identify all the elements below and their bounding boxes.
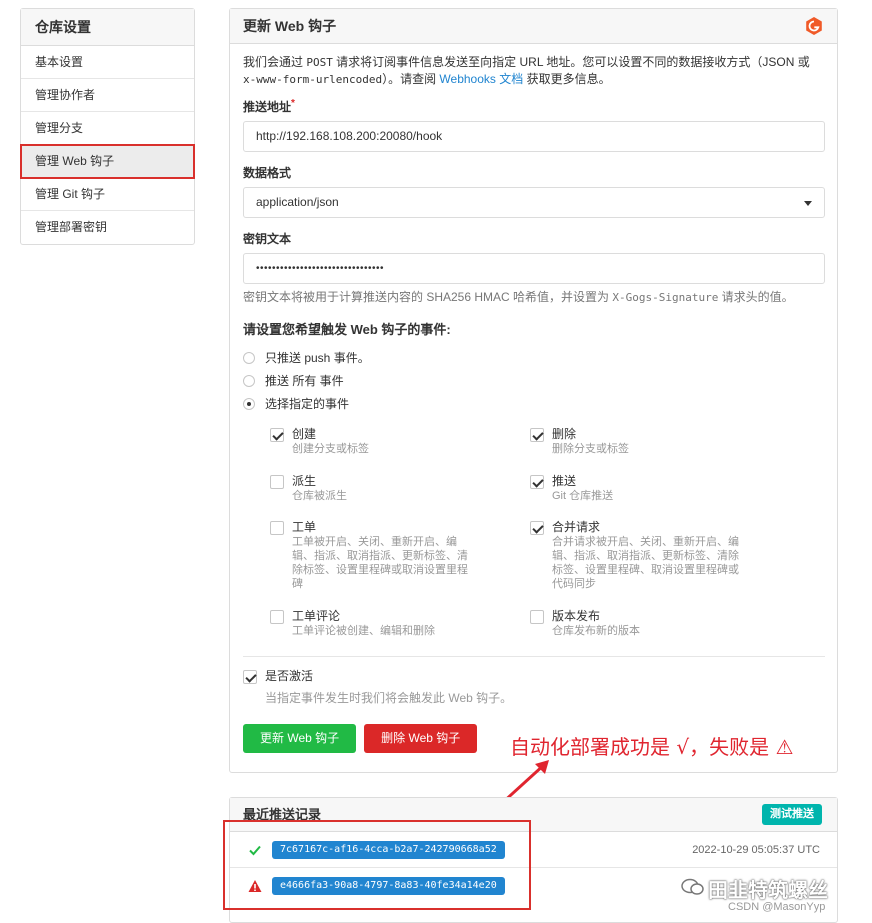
radio-choose-events[interactable]: 选择指定的事件 [243,396,824,411]
payload-url-label: 推送地址* [243,98,295,114]
active-label: 是否激活 [265,669,314,683]
event-create[interactable]: 创建 创建分支或标签 [270,427,490,456]
active-toggle[interactable]: 是否激活 [243,669,824,685]
event-push[interactable]: 推送 Git 仓库推送 [530,474,750,503]
delete-webhook-button[interactable]: 删除 Web 钩子 [364,724,478,753]
secret-help-text: 密钥文本将被用于计算推送内容的 SHA256 HMAC 哈希值，并设置为 X-G… [243,290,794,304]
webhooks-docs-link[interactable]: Webhooks 文档 [439,72,523,86]
event-release[interactable]: 版本发布 仓库发布新的版本 [530,609,750,638]
dropdown-arrow-icon [804,201,812,206]
content-type-select[interactable]: application/json [243,187,825,218]
radio-all-events[interactable]: 推送 所有 事件 [243,373,824,388]
payload-url-input[interactable]: http://192.168.108.200:20080/hook [243,121,825,152]
watermark-text: 田韭特筑螺丝 [708,880,828,902]
event-delete[interactable]: 删除 删除分支或标签 [530,427,750,456]
radio-push-only[interactable]: 只推送 push 事件。 [243,350,824,365]
event-release-checkbox[interactable] [530,610,544,624]
event-issues-checkbox[interactable] [270,521,284,535]
radio-push-only-indicator[interactable] [243,351,255,364]
event-create-checkbox[interactable] [270,428,284,442]
csdn-credit: CSDN @MasonYyp [728,901,826,913]
highlight-box [223,820,531,910]
sidebar-item-collaborators[interactable]: 管理协作者 [21,79,194,112]
content-type-label: 数据格式 [243,166,292,180]
panel-title: 更新 Web 钩子 [243,18,337,34]
sidebar-item-basic-settings[interactable]: 基本设置 [21,46,194,79]
events-title: 请设置您希望触发 Web 钩子的事件: [243,322,451,337]
active-description: 当指定事件发生时我们将会触发此 Web 钩子。 [265,691,513,705]
settings-sidebar: 仓库设置 基本设置 管理协作者 管理分支 管理 Web 钩子 管理 Git 钩子… [20,8,195,245]
annotation-text: 自动化部署成功是 √，失败是 ⚠ [510,735,794,759]
event-push-checkbox[interactable] [530,475,544,489]
active-checkbox[interactable] [243,670,257,684]
secret-input[interactable]: •••••••••••••••••••••••••••••••• [243,253,825,284]
sidebar-item-branches[interactable]: 管理分支 [21,112,194,145]
radio-all-events-indicator[interactable] [243,374,255,387]
event-issue-comment[interactable]: 工单评论 工单评论被创建、编辑和删除 [270,609,490,638]
secret-label: 密钥文本 [243,232,292,246]
gogs-logo-icon [806,17,822,35]
event-fork[interactable]: 派生 仓库被派生 [270,474,490,503]
sidebar-title: 仓库设置 [21,9,194,46]
event-issue-comment-checkbox[interactable] [270,610,284,624]
event-pull-request[interactable]: 合并请求 合并请求被开启、关闭、重新开启、编辑、指派、取消指派、更新标签、清除标… [530,520,740,591]
intro-text: 我们会通过 POST 请求将订阅事件信息发送至向指定 URL 地址。您可以设置不… [243,55,810,86]
test-delivery-button[interactable]: 测试推送 [762,804,822,825]
event-delete-checkbox[interactable] [530,428,544,442]
wechat-icon [681,878,704,895]
update-webhook-button[interactable]: 更新 Web 钩子 [243,724,357,753]
update-webhook-panel: 更新 Web 钩子 我们会通过 POST 请求将订阅事件信息发送至向指定 URL… [229,8,838,773]
sidebar-item-webhooks[interactable]: 管理 Web 钩子 [20,144,195,179]
divider [243,656,825,657]
event-issues[interactable]: 工单 工单被开启、关闭、重新开启、编辑、指派、取消指派、更新标签、清除标签、设置… [270,520,470,591]
event-pull-request-checkbox[interactable] [530,521,544,535]
content-type-value: application/json [256,195,339,209]
sidebar-item-git-hooks[interactable]: 管理 Git 钩子 [21,178,194,211]
sidebar-item-deploy-keys[interactable]: 管理部署密钥 [21,211,194,244]
radio-choose-events-indicator[interactable] [243,397,255,410]
events-grid: 创建 创建分支或标签 删除 删除分支或标签 派生 仓库被派生 推送 Git 仓库… [243,427,824,652]
delivery-time: 2022-10-29 05:05:37 UTC [692,844,820,856]
event-fork-checkbox[interactable] [270,475,284,489]
panel-header: 更新 Web 钩子 [230,9,837,44]
